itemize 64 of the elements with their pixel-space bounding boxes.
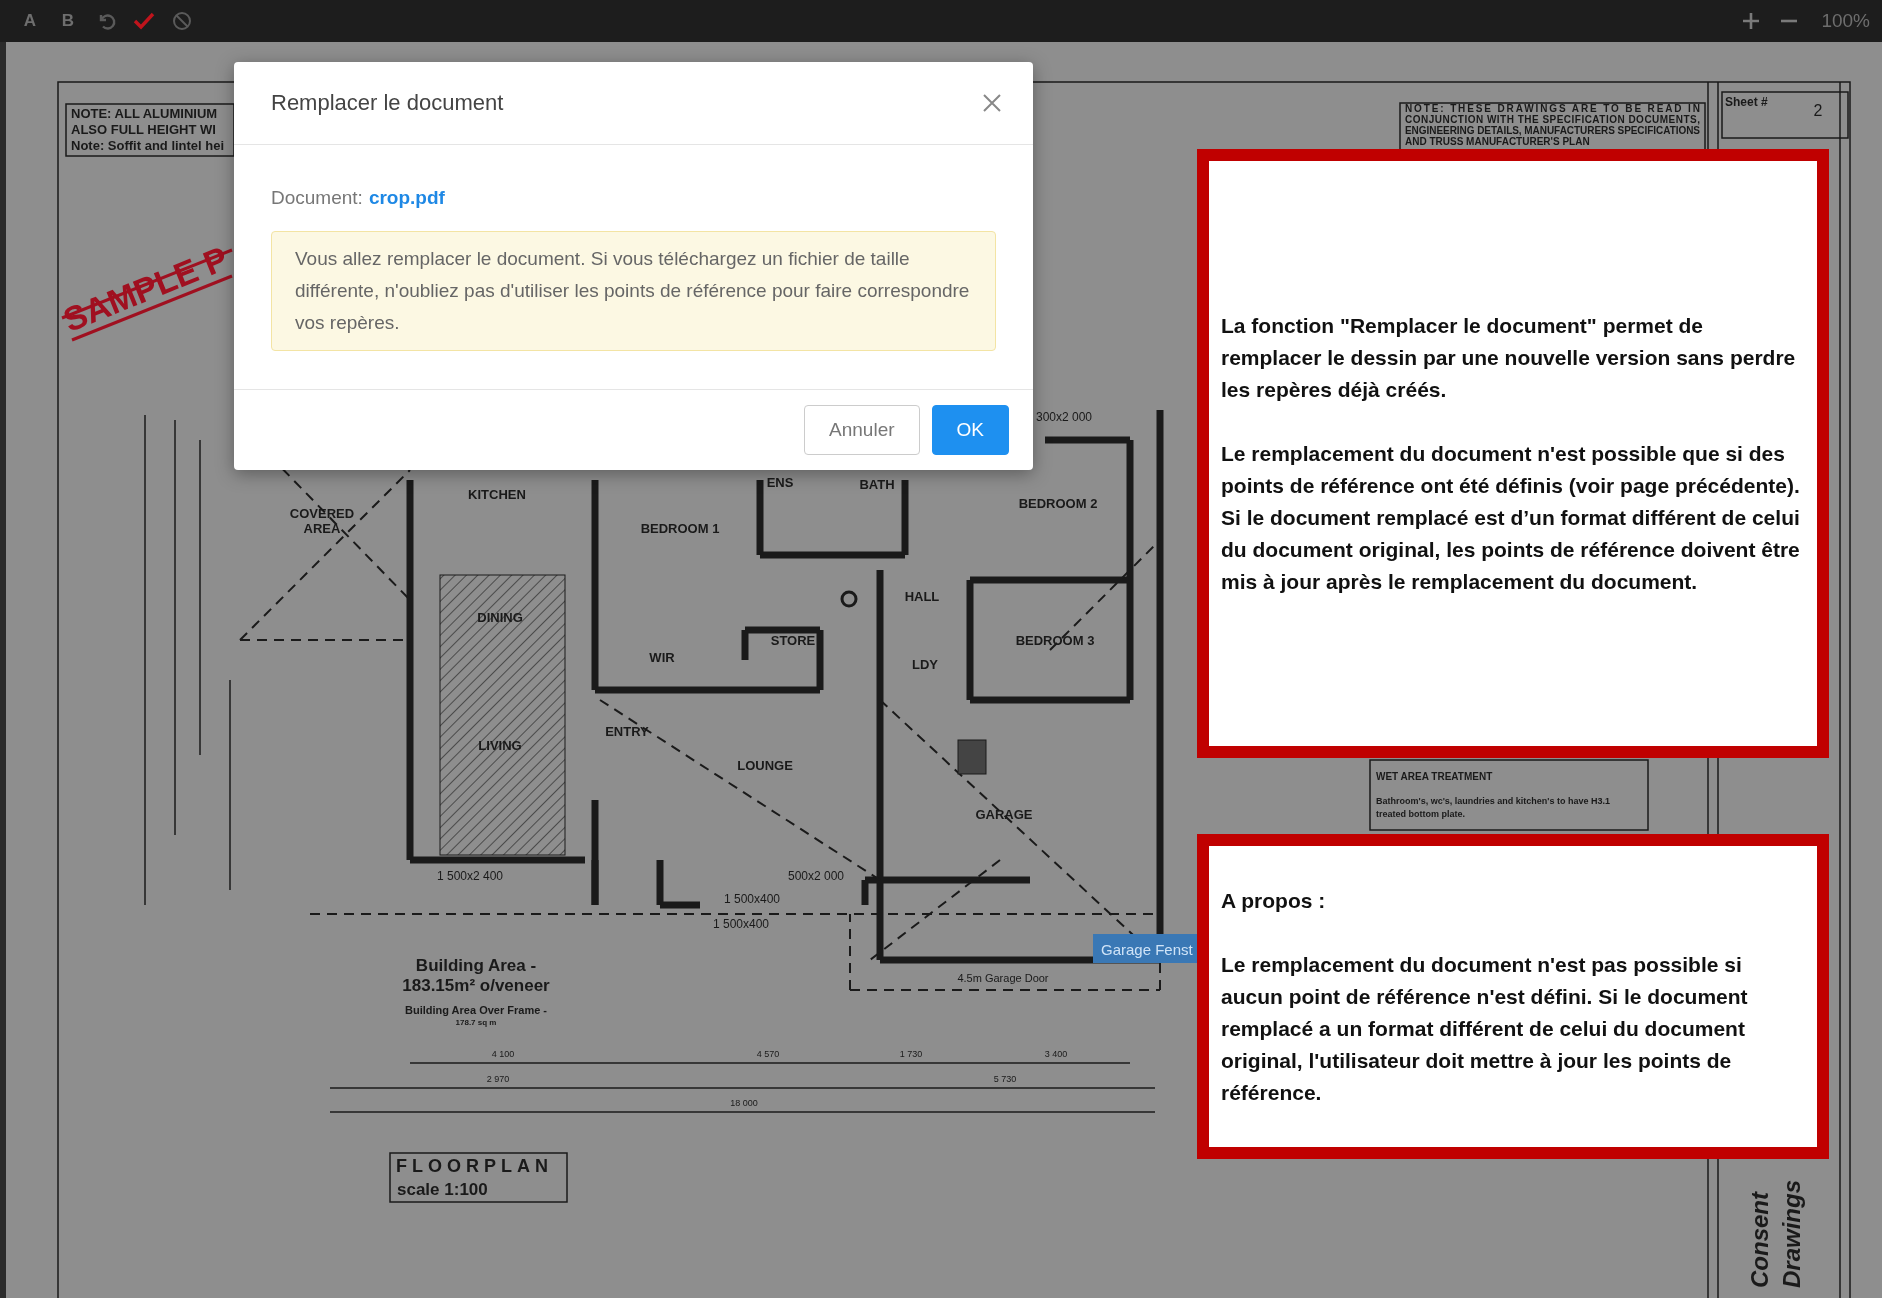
note-text: ALSO FULL HEIGHT WI <box>71 122 216 137</box>
dimension-label: 5 730 <box>993 1074 1017 1084</box>
document-label: Document: <box>271 187 363 209</box>
note-text: ENGINEERING DETAILS, MANUFACTURERS SPECIFICATIONS <box>1405 125 1700 136</box>
wet-area-title: WET AREA TREATMENT <box>1376 771 1493 782</box>
dimension-label: 1 730 <box>899 1049 923 1059</box>
room-label: BEDROOM 1 <box>640 521 720 536</box>
room-label: BATH <box>859 477 895 492</box>
callout-text: La fonction "Remplacer le document" permet de remplacer le dessin par une nouvelle version sans perdre les repères déjà créés. <box>1221 312 1797 403</box>
warning-message: Vous allez remplacer le document. Si vous téléchargez un fichier de taille différente, n'oubliez pas d'utiliser les points de référence pour faire correspondre vos repères. <box>271 231 996 351</box>
note-text: CONJUNCTION WITH THE SPECIFICATION DOCUMENTS, <box>1405 114 1700 125</box>
plan-scale: scale 1:100 <box>397 1180 488 1199</box>
plan-title: FLOORPLAN <box>396 1156 553 1176</box>
room-label: LOUNGE <box>737 758 793 773</box>
area-note: Building Area Over Frame - <box>405 1004 547 1016</box>
room-label: KITCHEN <box>468 487 526 502</box>
area-title: 183.15m² o/veneer <box>402 976 550 995</box>
callout-text: A propos : <box>1221 887 1327 914</box>
note-text: Note: Soffit and lintel hei <box>71 138 225 153</box>
room-label: WIR <box>649 650 675 665</box>
close-icon[interactable] <box>981 92 1003 114</box>
tool-button[interactable]: A <box>18 9 42 33</box>
room-label: ENS <box>766 475 794 490</box>
dimension-label: 2 970 <box>486 1074 510 1084</box>
room-label: HALL <box>904 589 940 604</box>
dimension-label: 4 100 <box>491 1049 515 1059</box>
sheet-label: Sheet # <box>1725 95 1768 109</box>
garage-door-label: 4.5m Garage Door <box>957 972 1049 984</box>
side-title: Drawings <box>1778 1179 1805 1288</box>
zoom-level: 100% <box>1821 10 1870 32</box>
dimension-label: 1 500x2 400 <box>436 869 504 883</box>
room-label: BEDROOM 2 <box>1018 496 1098 511</box>
room-label: LDY <box>912 657 938 672</box>
dialog-title: Remplacer le document <box>271 90 504 116</box>
tool-button[interactable]: B <box>56 9 80 33</box>
room-label: ENTRY <box>605 724 649 739</box>
room-label: GARAGE <box>975 807 1033 822</box>
dimension-label: 3 400 <box>1044 1049 1068 1059</box>
side-title: Consent <box>1746 1192 1773 1288</box>
dimension-label: 1 500x400 <box>723 892 781 906</box>
ok-button[interactable]: OK <box>931 405 1009 455</box>
room-label: STORE <box>770 633 816 648</box>
cancel-button[interactable]: Annuler <box>804 405 920 455</box>
callout-text: Le remplacement du document n'est possible que si des points de référence ont été définis (voir page précédente). Si le document remplacé est d’un format différent de celui du document original, les points de référence doivent être mis à jour après le remplacement du document. <box>1221 440 1801 595</box>
room-label: BEDROOM 3 <box>1015 633 1095 648</box>
dimension-label: 300x2 000 <box>1035 410 1093 424</box>
area-title: Building Area - <box>415 956 537 975</box>
document-link[interactable]: crop.pdf <box>368 187 445 209</box>
note-text: NOTE: ALL ALUMINIUM <box>71 106 218 121</box>
dimension-label: 18 000 <box>730 1098 758 1108</box>
dimension-label: 4 570 <box>756 1049 780 1059</box>
note-text: NOTE: THESE DRAWINGS ARE TO BE READ IN <box>1405 103 1700 114</box>
wet-area-text: Bathroom's, wc's, laundries and kitchen's to have H3.1 <box>1376 796 1610 806</box>
wet-area-text: treated bottom plate. <box>1376 809 1465 819</box>
note-text: AND TRUSS MANUFACTURER'S PLAN <box>1405 136 1590 147</box>
dimension-label: 500x2 000 <box>787 869 845 883</box>
callout-text: Le remplacement du document n'est pas possible si aucun point de référence n'est défini. Si le document remplacé a un format différent de celui du document original, l'utilisateur doit mettre à jour les points de référence. <box>1221 951 1749 1106</box>
sheet-number: 2 <box>1813 102 1823 119</box>
area-note: 178.7 sq m <box>455 1018 497 1027</box>
room-label: COVERED AREA <box>289 506 355 536</box>
ban-icon[interactable] <box>170 9 194 33</box>
dimension-label: 1 500x400 <box>712 917 770 931</box>
room-label: LIVING <box>478 738 522 753</box>
marker-tag[interactable]: Garage Fenst <box>1093 934 1197 963</box>
